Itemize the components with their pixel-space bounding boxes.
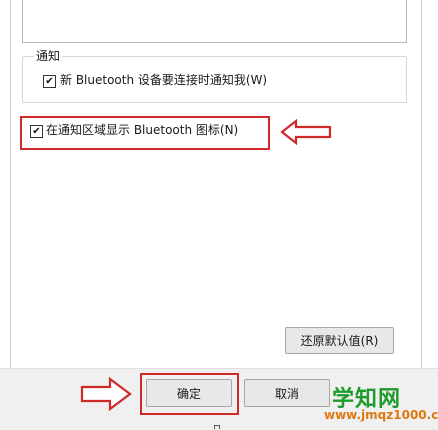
show-tray-icon-checkbox[interactable]: ✔ [30, 125, 43, 138]
restore-defaults-button[interactable]: 还原默认值(R) [285, 327, 394, 354]
notification-group-title: 通知 [34, 49, 63, 63]
checkmark-icon: ✔ [45, 75, 54, 87]
left-arrow-icon [280, 119, 332, 145]
resize-marker [214, 425, 220, 429]
device-list-box[interactable] [22, 0, 407, 43]
show-tray-icon-label[interactable]: 在通知区域显示 Bluetooth 图标(N) [46, 123, 238, 137]
cancel-button[interactable]: 取消 [244, 379, 330, 407]
checkmark-icon: ✔ [32, 125, 41, 137]
dialog-frame-right [421, 0, 422, 368]
ok-button[interactable]: 确定 [146, 379, 232, 407]
notify-new-device-label[interactable]: 新 Bluetooth 设备要连接时通知我(W) [60, 73, 267, 87]
dialog-frame-left [10, 0, 11, 368]
watermark-url: www.jmqz1000.com [324, 408, 438, 422]
right-arrow-icon [80, 377, 132, 411]
notify-new-device-checkbox[interactable]: ✔ [43, 75, 56, 88]
